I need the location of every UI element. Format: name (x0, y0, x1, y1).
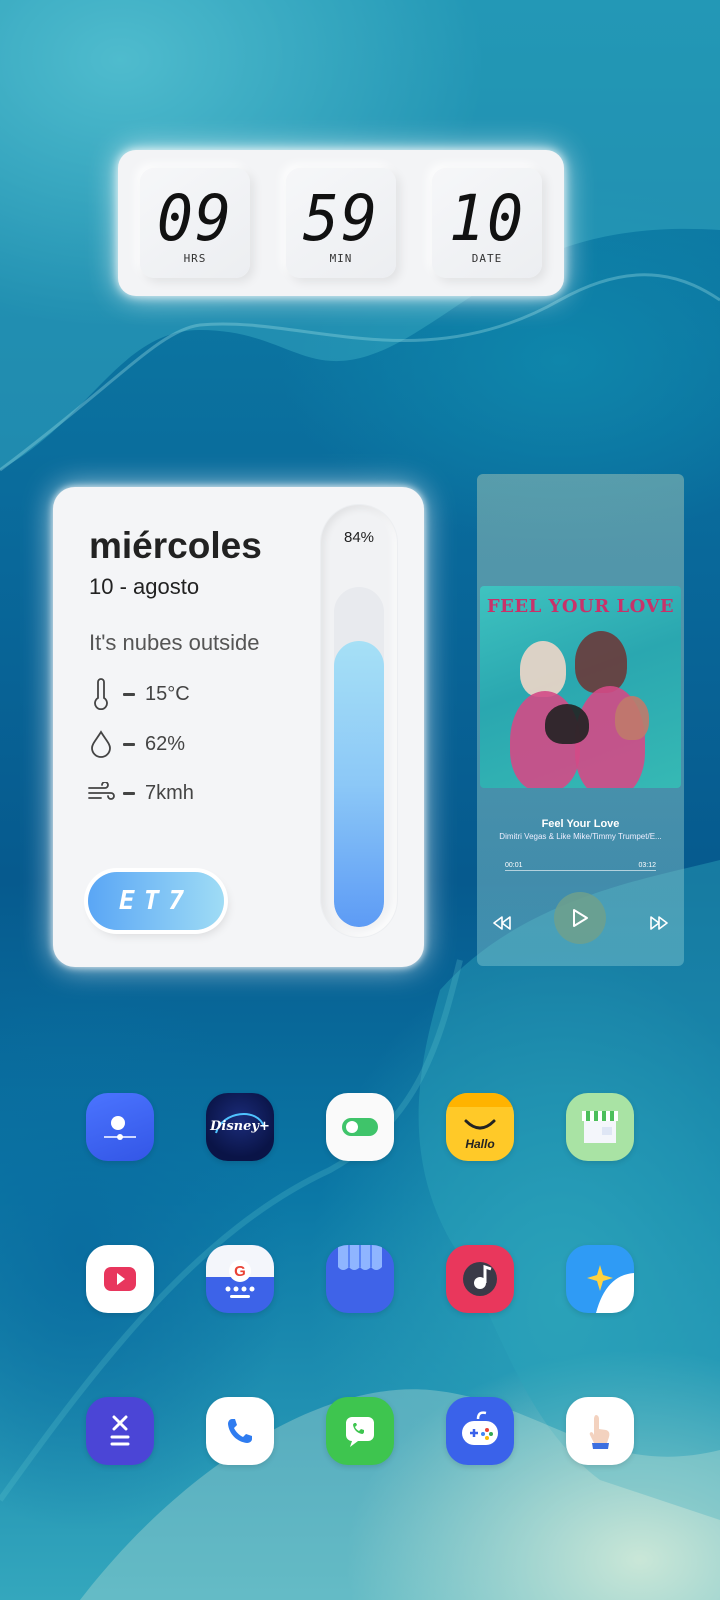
game-launcher-app[interactable] (446, 1397, 514, 1465)
droplet-icon (87, 727, 115, 761)
music-player-icon (463, 1262, 497, 1296)
hallo-app[interactable]: Hallo (446, 1093, 514, 1161)
google-keyboard-icon: G (206, 1245, 274, 1298)
messages-phone-app[interactable] (326, 1397, 394, 1465)
total-time: 03:12 (638, 862, 656, 869)
google-keyboard-app[interactable]: G (206, 1245, 274, 1313)
screen-recorder-app[interactable] (86, 1093, 154, 1161)
hours-cell: 09 HRS (140, 168, 250, 278)
minutes-label: MIN (329, 252, 353, 265)
store-icon (582, 1111, 618, 1143)
galaxy-store-app[interactable] (326, 1245, 394, 1313)
toggle-app[interactable] (326, 1093, 394, 1161)
temperature-value: 15°C (145, 682, 190, 705)
video-player-icon (104, 1267, 136, 1291)
date-label: DATE (471, 252, 503, 265)
hours-label: HRS (183, 252, 207, 265)
rewind-button[interactable] (487, 908, 517, 938)
weekday: miércoles (89, 525, 262, 566)
disney-plus-icon: Disney+ (206, 1093, 274, 1161)
wind-value: 7kmh (145, 781, 194, 804)
tips-app[interactable] (566, 1397, 634, 1465)
rewind-icon (493, 916, 511, 930)
temperature-row: 15°C (87, 677, 190, 711)
svg-text:G: G (234, 1263, 246, 1280)
minutes-cell: 59 MIN (286, 168, 396, 278)
play-button[interactable] (554, 892, 606, 944)
messages-phone-icon (346, 1417, 374, 1447)
track-title: Feel Your Love (541, 818, 620, 830)
humidity-value: 62% (145, 732, 186, 755)
weather-app-icon (587, 1265, 634, 1313)
music-widget[interactable]: FEEL YOUR LOVE Feel Your Love Dimitri Ve… (477, 474, 684, 966)
fast-forward-button[interactable] (644, 908, 674, 938)
level-gauge: 84% (321, 505, 397, 937)
play-icon (573, 909, 588, 927)
weather-condition: It's nubes outside (89, 630, 260, 655)
hours-value: 09 (156, 182, 234, 256)
date-value: 10 (448, 182, 526, 256)
album-art[interactable]: FEEL YOUR LOVE (480, 586, 681, 788)
level-percent: 84% (343, 529, 375, 546)
date-cell: 10 DATE (432, 168, 542, 278)
level-fill (334, 641, 384, 927)
hallo-icon: Hallo (446, 1093, 514, 1161)
thermometer-icon (87, 677, 115, 711)
store-app[interactable] (566, 1093, 634, 1161)
humidity-row: 62% (87, 727, 185, 761)
galaxy-store-icon (338, 1245, 382, 1270)
wind-icon (87, 776, 115, 810)
track-artist: Dimitri Vegas & Like Mike/Timmy Trumpet/… (499, 832, 662, 841)
hallo-text: Hallo (465, 1137, 495, 1151)
album-art-title: FEEL YOUR LOVE (486, 596, 675, 617)
music-player-app[interactable] (446, 1245, 514, 1313)
date-text: 10 - agosto (89, 574, 200, 599)
phone-app[interactable] (206, 1397, 274, 1465)
screen-recorder-icon (104, 1116, 136, 1140)
game-launcher-icon (462, 1411, 498, 1445)
toggle-settings-icon (342, 1118, 378, 1136)
disney-plus-text: Disney+ (210, 1119, 270, 1134)
minutes-value: 59 (302, 182, 380, 256)
calculator-icon (110, 1415, 130, 1446)
weather-app[interactable] (566, 1245, 634, 1313)
weather-widget[interactable]: miércoles 10 - agosto It's nubes outside… (53, 487, 424, 967)
video-player-app[interactable] (86, 1245, 154, 1313)
progress-bar[interactable] (505, 870, 656, 871)
phone-icon (228, 1419, 252, 1443)
disney-plus-app[interactable]: Disney+ (206, 1093, 274, 1161)
calculator-app[interactable] (86, 1397, 154, 1465)
elapsed-time: 00:01 (505, 862, 523, 869)
wind-row: 7kmh (87, 776, 194, 810)
fast-forward-icon (650, 916, 668, 930)
hand-tips-icon (589, 1415, 610, 1449)
et7-button[interactable]: ET7 (88, 872, 224, 930)
clock-widget[interactable]: 09 HRS 59 MIN 10 DATE (118, 150, 564, 296)
